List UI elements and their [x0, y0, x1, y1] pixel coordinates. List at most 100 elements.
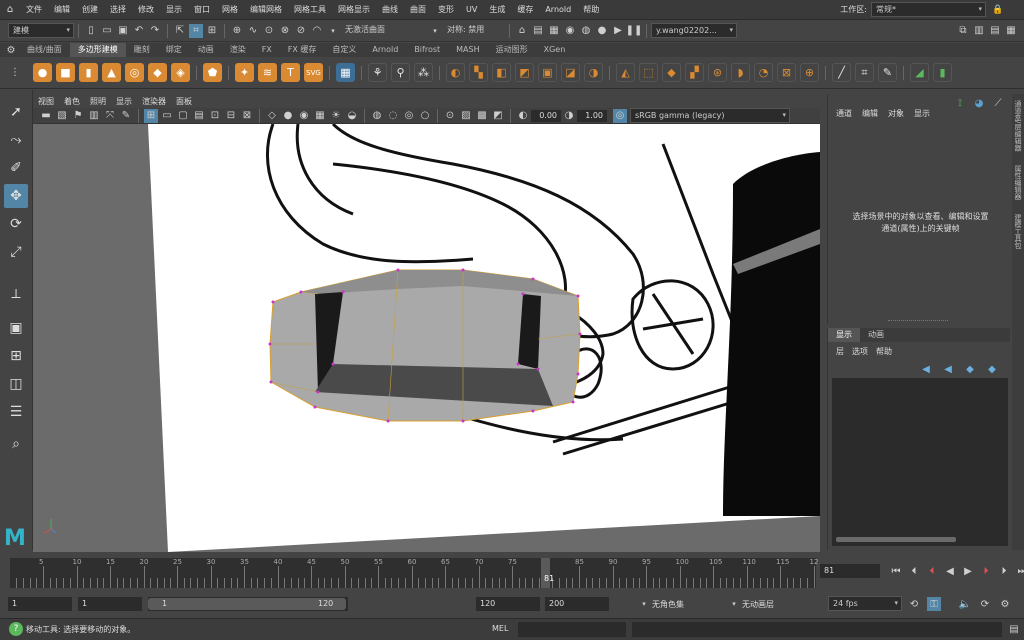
tab-animation-layers[interactable]: 动画 [860, 328, 892, 342]
shelf-gear-icon[interactable]: ⚙ [4, 43, 18, 57]
motion-blur-icon[interactable]: ◌ [386, 109, 400, 123]
chevron-down-icon[interactable]: ▾ [637, 597, 651, 611]
add-divisions-icon[interactable]: ▞ [685, 63, 704, 82]
poly-cone-icon[interactable]: ▲ [102, 63, 121, 82]
axis-orient-icon[interactable]: ⟂ [4, 282, 28, 306]
hypershade-icon[interactable]: ● [595, 24, 609, 38]
workspace-dropdown[interactable]: 常规* ▾ [871, 2, 986, 17]
help-icon[interactable]: ? [9, 622, 23, 636]
shelf-tab-custom[interactable]: 自定义 [324, 43, 364, 57]
snap-curve-icon[interactable]: ∿ [246, 24, 260, 38]
attribute-editor-icon[interactable]: ▥ [972, 24, 986, 38]
camera-select-icon[interactable]: ▬ [39, 109, 53, 123]
circularize-icon[interactable]: ◔ [754, 63, 773, 82]
scale-tool-icon[interactable]: ⤢ [4, 240, 28, 264]
layer-menu-help[interactable]: 帮助 [876, 346, 892, 357]
side-tab-channel-box[interactable]: 通道盒/层编辑器 [1013, 100, 1023, 151]
layer-menu-layers[interactable]: 层 [836, 346, 844, 357]
layer-editor-icon[interactable]: ◕ [972, 96, 986, 110]
select-component-icon[interactable]: ⊞ [205, 24, 219, 38]
panel-menu-shading[interactable]: 着色 [59, 96, 85, 107]
script-editor-icon[interactable]: ▤ [1007, 622, 1021, 636]
render-frame-icon[interactable]: ▦ [547, 24, 561, 38]
film-gate-icon[interactable]: ▭ [160, 109, 174, 123]
menu-mesh-tools[interactable]: 网格工具 [288, 4, 332, 15]
image-plane-icon[interactable]: ▥ [87, 109, 101, 123]
paint-select-tool-icon[interactable]: ✐ [4, 156, 28, 180]
poly-plane-icon[interactable]: ◆ [148, 63, 167, 82]
view-transform-dropdown[interactable]: sRGB gamma (legacy) ▾ [630, 108, 790, 123]
combine-icon[interactable]: ⚘ [368, 63, 387, 82]
modeling-toolkit-icon[interactable]: ⧉ [956, 24, 970, 38]
extract-icon[interactable]: ▚ [469, 63, 488, 82]
make-live-icon[interactable]: ◠ [310, 24, 324, 38]
fps-dropdown[interactable]: 24 fps ▾ [828, 596, 902, 611]
field-chart-icon[interactable]: ⊡ [208, 109, 222, 123]
channel-box-icon[interactable]: ▦ [1004, 24, 1018, 38]
loop-icon[interactable]: ⟲ [907, 597, 921, 611]
type-text-icon[interactable]: T [281, 63, 300, 82]
panel-menu-view[interactable]: 视图 [33, 96, 59, 107]
current-time-marker[interactable] [541, 558, 550, 588]
snap-point-icon[interactable]: ⊙ [262, 24, 276, 38]
shelf-menu-icon[interactable]: ⋮ [8, 66, 22, 80]
uv-layout-icon[interactable]: ▮ [933, 63, 952, 82]
shelf-tab-animation[interactable]: 动画 [190, 43, 222, 57]
time-slider[interactable]: 5101520253035404550556065707580859095100… [10, 558, 818, 588]
chevron-down-icon[interactable]: ▾ [428, 24, 442, 38]
character-set-value[interactable]: 无角色集 [652, 599, 684, 610]
lock-icon[interactable]: 🔒 [991, 3, 1005, 17]
pin-icon[interactable]: ⟋ [991, 96, 1005, 110]
open-scene-icon[interactable]: ▭ [100, 24, 114, 38]
shelf-tab-polygon-modeling[interactable]: 多边形建模 [69, 43, 126, 57]
menu-uv[interactable]: UV [460, 5, 483, 14]
menu-select[interactable]: 选择 [104, 4, 132, 15]
shelf-tab-xgen[interactable]: XGen [536, 43, 574, 57]
poly-disc-icon[interactable]: ◈ [171, 63, 190, 82]
panel-menu-renderer[interactable]: 渲染器 [137, 96, 171, 107]
remesh-icon[interactable]: ◑ [584, 63, 603, 82]
layer-menu-options[interactable]: 选项 [852, 346, 868, 357]
play-forwards-icon[interactable]: ▶ [961, 564, 975, 578]
panel-menu-show[interactable]: 显示 [111, 96, 137, 107]
save-scene-icon[interactable]: ▣ [116, 24, 130, 38]
menu-edit-mesh[interactable]: 编辑网格 [244, 4, 288, 15]
shelf-tab-rigging[interactable]: 绑定 [158, 43, 190, 57]
ambient-occlusion-icon[interactable]: ◍ [370, 109, 384, 123]
menu-file[interactable]: 文件 [20, 4, 48, 15]
symmetry-field[interactable]: 对称: 禁用 [443, 23, 505, 38]
sweep-mesh-icon[interactable]: ≋ [258, 63, 277, 82]
xray-joints-icon[interactable]: ▩ [475, 109, 489, 123]
menu-generate[interactable]: 生成 [483, 4, 511, 15]
poke-icon[interactable]: ⊛ [708, 63, 727, 82]
menu-help[interactable]: 帮助 [577, 4, 605, 15]
2d-pan-zoom-icon[interactable]: ⤧ [103, 109, 117, 123]
smooth-icon[interactable]: ⁂ [414, 63, 433, 82]
channel-box-menu-edit[interactable]: 编辑 [862, 108, 878, 119]
rotate-tool-icon[interactable]: ⟳ [4, 212, 28, 236]
layer-list[interactable] [832, 378, 1008, 546]
collapse-icon[interactable]: ⊠ [777, 63, 796, 82]
grease-pencil-icon[interactable]: ✎ [119, 109, 133, 123]
camera-attributes-icon[interactable]: ▧ [55, 109, 69, 123]
exposure-field[interactable]: 0.00 [531, 109, 561, 122]
arnold-render-icon[interactable]: ▶ [611, 24, 625, 38]
shelf-tab-rendering[interactable]: 渲染 [222, 43, 254, 57]
menu-display[interactable]: 显示 [160, 4, 188, 15]
user-account-dropdown[interactable]: y.wang02202... ▾ [651, 23, 737, 38]
grid-icon[interactable]: ⊞ [144, 108, 158, 123]
move-layer-down-icon[interactable]: ◀ [941, 362, 955, 376]
boolean-icon[interactable]: ◐ [446, 63, 465, 82]
playback-end-field[interactable]: 120 [476, 597, 540, 611]
tab-display-layers[interactable]: 显示 [828, 328, 860, 342]
new-empty-layer-icon[interactable]: ◆ [963, 362, 977, 376]
fill-hole-icon[interactable]: ▣ [538, 63, 557, 82]
current-frame-field[interactable]: 81 [820, 564, 880, 578]
poly-sphere-icon[interactable]: ● [33, 63, 52, 82]
shelf-tab-fx-caching[interactable]: FX 缓存 [280, 43, 325, 57]
chevron-down-icon[interactable]: ▾ [727, 597, 741, 611]
wedge-icon[interactable]: ◗ [731, 63, 750, 82]
search-icon[interactable]: ⌕ [4, 432, 28, 456]
menu-set-dropdown[interactable]: 建模 ▾ [8, 23, 74, 38]
animation-prefs-icon[interactable]: ⟳ [978, 597, 992, 611]
